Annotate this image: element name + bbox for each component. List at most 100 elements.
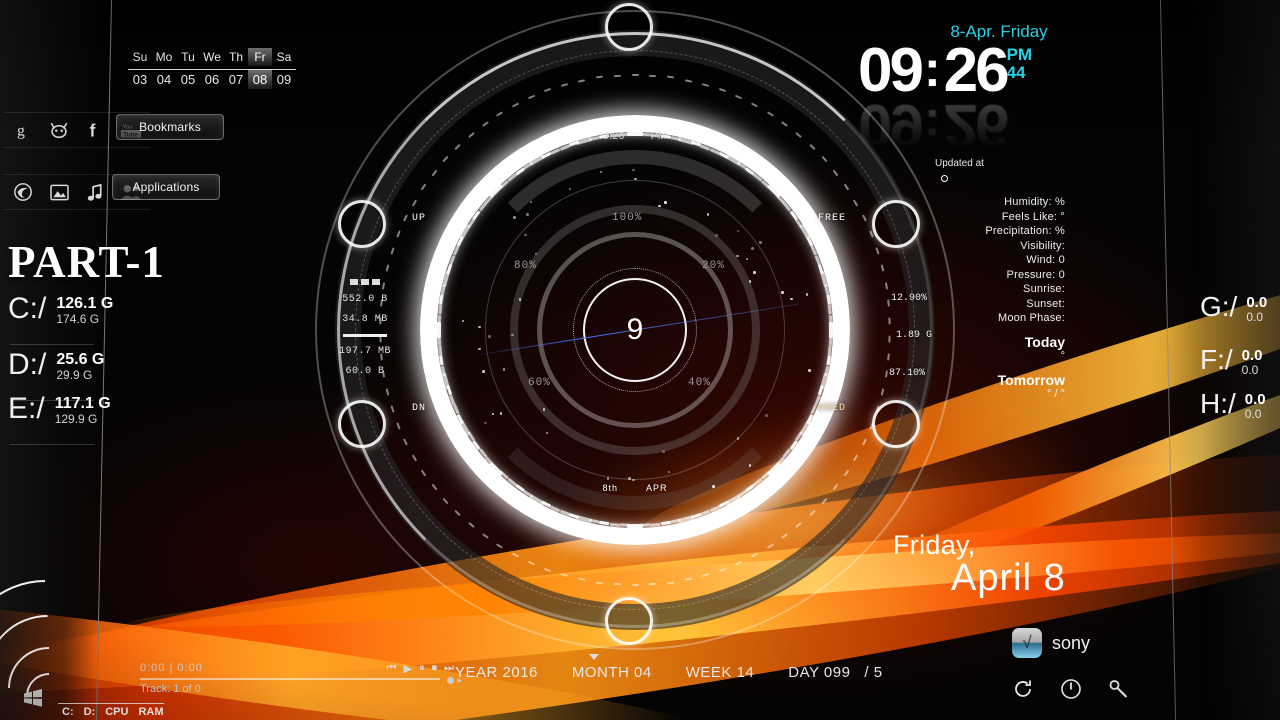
year-label: YEAR 2016 — [455, 664, 538, 681]
key-icon[interactable] — [1106, 676, 1132, 702]
drive-letter: F:/ — [1200, 348, 1233, 372]
taskbar-monitor-item[interactable]: CPU — [105, 706, 128, 718]
sony-shortcut[interactable]: √ sony — [1012, 628, 1090, 658]
devil-icon[interactable] — [48, 119, 70, 141]
drive-letter: D:/ — [8, 352, 46, 378]
taskbar-monitor-item[interactable]: RAM — [138, 706, 163, 718]
clock-hours: 09 — [858, 42, 921, 101]
clock-ampm: PM — [1007, 46, 1033, 64]
calendar-date-row[interactable]: 03 04 05 06 07 08 09 — [128, 70, 296, 89]
drive-total: 174.6 G — [56, 313, 113, 326]
clock-colon: : — [921, 42, 944, 97]
hud-node-ring-right-bottom — [872, 400, 920, 448]
calendar-widget[interactable]: Su Mo Tu We Th Fr Sa 03 04 05 06 07 08 09 — [128, 48, 296, 89]
drive-meter[interactable]: H:/ 0.0 0.0 — [1200, 392, 1266, 420]
calendar-date-cell[interactable]: 07 — [224, 70, 248, 89]
day-label: DAY 099 — [788, 664, 850, 681]
firefox-icon[interactable] — [12, 181, 34, 203]
weather-widget: Updated at Humidity: % Feels Like: ° Preci… — [905, 158, 1065, 400]
bookmarks-button[interactable]: Bookmarks — [116, 114, 224, 140]
big-date-day: April 8 — [951, 557, 1066, 600]
pictures-icon[interactable] — [48, 181, 70, 203]
hud-network-blocks — [322, 279, 408, 285]
google-icon[interactable]: g — [12, 119, 34, 141]
clock-colon-reflection: : — [921, 99, 944, 154]
drive-meter[interactable]: F:/ 0.0 0.0 — [1200, 348, 1263, 376]
drive-total: 0.0 — [1246, 311, 1267, 324]
calendar-date-cell[interactable]: 08 — [248, 70, 272, 89]
calendar-weekday: Mo — [152, 48, 176, 66]
clock-hours-reflection: 09 — [858, 95, 921, 154]
hud-date-month: APR — [646, 483, 668, 493]
drive-meter[interactable]: E:/ 117.1 G 129.9 G — [8, 396, 111, 425]
big-date-widget: Friday, April 8 — [893, 530, 1066, 600]
weather-row: Humidity: % — [905, 196, 1065, 208]
weather-updated-label: Updated at — [935, 158, 1065, 169]
hud-pct-100: 100% — [612, 212, 642, 224]
calendar-date-cell[interactable]: 03 — [128, 70, 152, 89]
drive-total: 0.0 — [1242, 364, 1263, 377]
windows-start-button[interactable] — [22, 687, 44, 709]
hud-clock: 9:26 PM — [603, 131, 666, 142]
calendar-weekday: Th — [224, 48, 248, 66]
watermark-text: PART-1 — [8, 236, 165, 288]
taskbar-monitor-labels[interactable]: C: D: CPU RAM — [58, 703, 164, 718]
hud-node-ring-left-top — [338, 200, 386, 248]
drive-letter: H:/ — [1200, 392, 1236, 416]
drive-meter[interactable]: D:/ 25.6 G 29.9 G — [8, 352, 104, 381]
applications-button[interactable]: Applications — [112, 174, 220, 200]
clock-time: 09 : 26 PM 44 — [858, 42, 1118, 101]
drive-meter[interactable]: C:/ 126.1 G 174.6 G — [8, 296, 113, 325]
hud-center-value: 9 — [627, 313, 644, 347]
clock-minutes-reflection: 26 — [944, 95, 1007, 154]
media-controls[interactable]: ⏮ ▶ ⏸ ⏹ ⏭ — [387, 662, 454, 675]
next-icon[interactable]: ⏭ — [444, 662, 454, 675]
prev-icon[interactable]: ⏮ — [387, 662, 397, 675]
hud-network-stats: 552.0 B 34.8 MB 197.7 MB 60.0 B — [322, 270, 408, 386]
weather-row: Pressure: 0 — [905, 269, 1065, 281]
date-bar-caret — [589, 654, 599, 660]
calendar-date-cell[interactable]: 04 — [152, 70, 176, 89]
clock-widget: 8-Apr. Friday 09 : 26 PM 44 09 : 26 — [858, 22, 1118, 154]
restart-icon[interactable] — [1010, 676, 1036, 702]
drive-free: 126.1 G — [56, 296, 113, 313]
calendar-date-cell[interactable]: 09 — [272, 70, 296, 89]
hud-label-up: UP — [412, 213, 426, 224]
drive-total: 0.0 — [1245, 408, 1266, 421]
week-label: WEEK 14 — [686, 664, 755, 681]
hud-label-used: USED — [818, 403, 846, 414]
stop-icon[interactable]: ⏹ — [432, 662, 438, 675]
play-icon[interactable]: ▶ — [404, 662, 412, 675]
weather-today-label: Today — [905, 334, 1065, 350]
sony-tile-icon[interactable]: √ — [1012, 628, 1042, 658]
hud-net-up-current: 552.0 B — [322, 294, 408, 305]
pause-icon[interactable]: ⏸ — [419, 662, 425, 675]
calendar-weekday: Sa — [272, 48, 296, 66]
calendar-weekday-row: Su Mo Tu We Th Fr Sa — [128, 48, 296, 70]
weather-tomorrow-value: ° / ° — [905, 388, 1065, 400]
drive-free: 117.1 G — [55, 396, 111, 413]
hud-label-free: FREE — [818, 213, 846, 224]
drive-meter[interactable]: G:/ 0.0 0.0 — [1200, 295, 1267, 323]
drive-letter: G:/ — [1200, 295, 1237, 319]
facebook-icon[interactable]: f — [84, 119, 106, 141]
hud-pct-80: 80% — [514, 260, 537, 272]
hud-node-ring-top — [605, 3, 653, 51]
calendar-date-cell[interactable]: 05 — [176, 70, 200, 89]
weather-row: Sunrise: — [905, 283, 1065, 295]
taskbar-monitor-item[interactable]: D: — [84, 706, 96, 718]
weather-tomorrow-label: Tomorrow — [905, 372, 1065, 388]
calendar-date-cell[interactable]: 06 — [200, 70, 224, 89]
drive-letter: C:/ — [8, 296, 46, 322]
hud-date-day: 8th — [602, 483, 618, 493]
day-suffix: / 5 — [864, 664, 882, 681]
calendar-weekday: Fr — [248, 48, 272, 66]
power-icon[interactable] — [1058, 676, 1084, 702]
drive-total: 129.9 G — [55, 413, 111, 426]
svg-text:g: g — [17, 122, 25, 139]
system-control-icons[interactable] — [1010, 676, 1132, 702]
music-icon[interactable] — [84, 181, 106, 203]
clock-reflection: 09 : 26 — [858, 95, 1118, 154]
weather-row: Moon Phase: — [905, 312, 1065, 324]
taskbar-monitor-item[interactable]: C: — [62, 706, 74, 718]
